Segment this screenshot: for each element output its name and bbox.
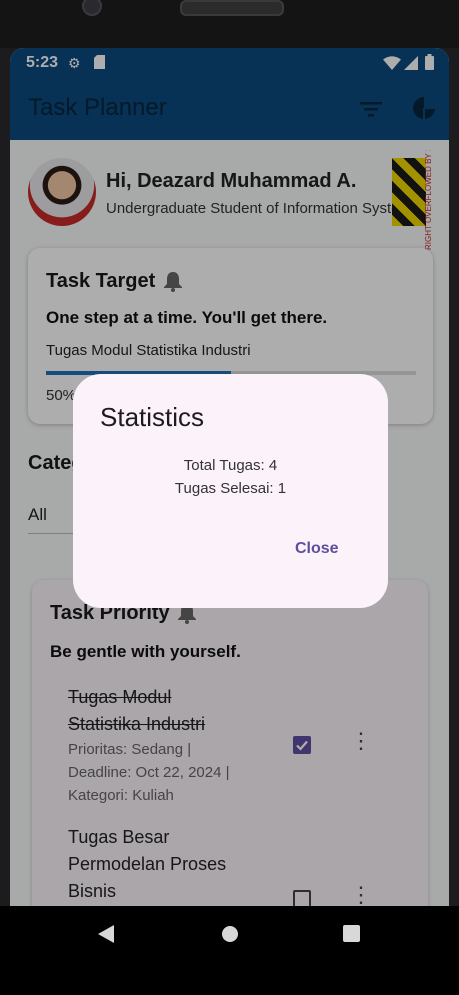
statistics-dialog: Statistics Total Tugas: 4 Tugas Selesai:… [73, 374, 388, 608]
total-tasks-text: Total Tugas: 4 [183, 457, 278, 474]
system-nav-bar [0, 906, 459, 995]
home-icon[interactable] [222, 926, 238, 942]
earpiece-speaker [180, 0, 284, 16]
front-camera [82, 0, 102, 16]
completed-tasks-text: Tugas Selesai: 1 [174, 480, 287, 497]
close-button[interactable]: Close [295, 540, 339, 558]
back-icon[interactable] [98, 925, 114, 943]
device-top-bezel [0, 0, 459, 48]
phone-screen: 5:23 ⚙ Task Planner Hi, Deazard Muhammad… [10, 48, 449, 906]
dialog-title: Statistics [100, 402, 205, 432]
recents-icon[interactable] [343, 925, 360, 942]
